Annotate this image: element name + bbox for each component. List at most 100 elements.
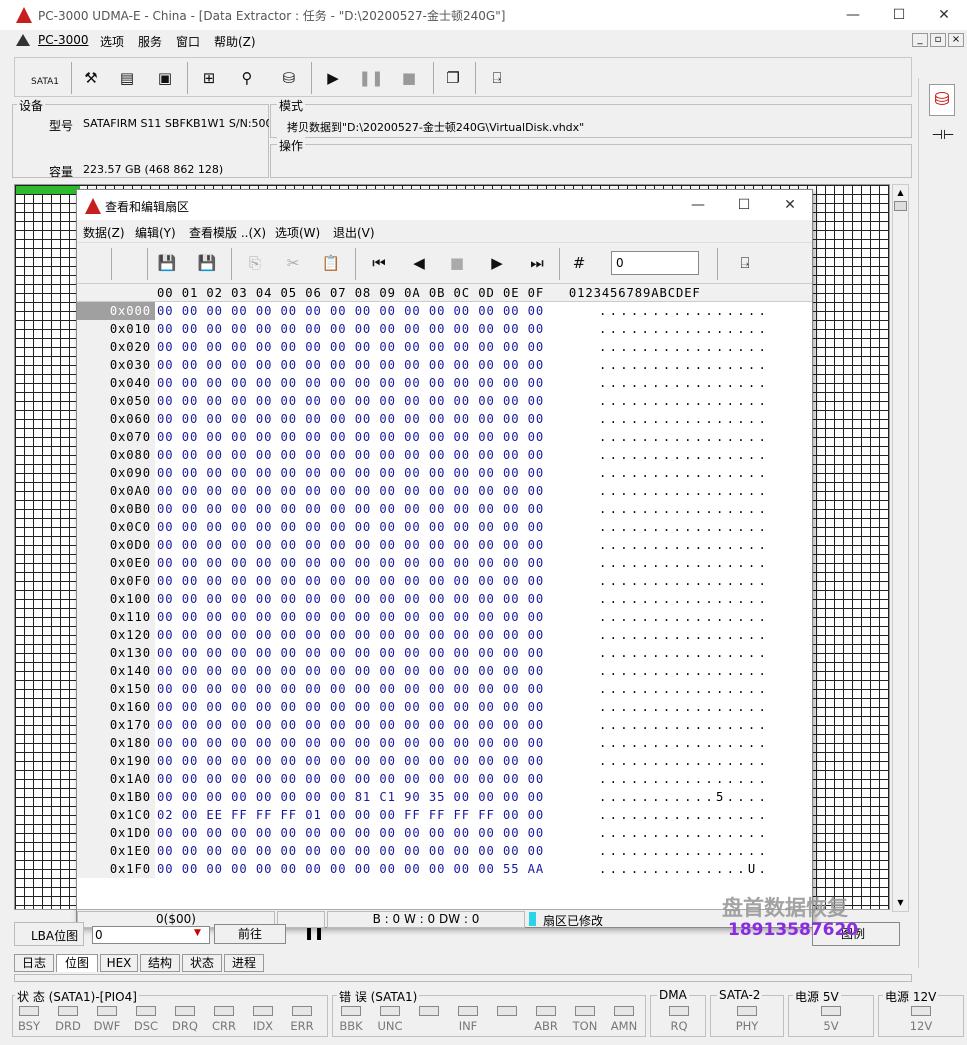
- hex-row[interactable]: 00 00 00 00 00 00 00 00 00 00 00 00 00 0…: [157, 302, 544, 320]
- hex-row[interactable]: 00 00 00 00 00 00 00 00 00 00 00 00 00 0…: [157, 842, 544, 860]
- save-all-icon[interactable]: 💾: [193, 250, 221, 276]
- scroll-icon[interactable]: ▤: [113, 65, 141, 91]
- scroll-down-icon[interactable]: ▼: [894, 896, 907, 910]
- menu-service[interactable]: 服务: [138, 33, 162, 50]
- sector-number-input[interactable]: 0: [611, 251, 699, 275]
- ascii-column[interactable]: ........................................…: [599, 302, 769, 878]
- hex-row[interactable]: 02 00 EE FF FF FF 01 00 00 00 FF FF FF F…: [157, 806, 544, 824]
- hex-row[interactable]: 00 00 00 00 00 00 00 00 00 00 00 00 00 0…: [157, 446, 544, 464]
- connector-icon[interactable]: ⊣⊢: [929, 128, 957, 144]
- menu-window[interactable]: 窗口: [176, 33, 200, 50]
- hex-row[interactable]: 00 00 00 00 00 00 00 00 00 00 00 00 00 0…: [157, 752, 544, 770]
- cut-icon[interactable]: ✂: [279, 250, 307, 276]
- ascii-row[interactable]: ................: [599, 842, 769, 860]
- hex-row[interactable]: 00 00 00 00 00 00 00 00 81 C1 90 35 00 0…: [157, 788, 544, 806]
- ascii-row[interactable]: ................: [599, 644, 769, 662]
- database-icon[interactable]: ⛁: [929, 84, 955, 116]
- binoculars-icon[interactable]: ⚲: [233, 65, 261, 91]
- ascii-row[interactable]: ................: [599, 464, 769, 482]
- pause-icon[interactable]: ❚❚: [304, 926, 324, 940]
- hex-row[interactable]: 00 00 00 00 00 00 00 00 00 00 00 00 00 0…: [157, 698, 544, 716]
- scroll-thumb[interactable]: [894, 201, 907, 211]
- ascii-row[interactable]: ................: [599, 824, 769, 842]
- hex-row[interactable]: 00 00 00 00 00 00 00 00 00 00 00 00 00 0…: [157, 590, 544, 608]
- ascii-row[interactable]: ................: [599, 428, 769, 446]
- ascii-row[interactable]: ................: [599, 338, 769, 356]
- lba-input[interactable]: 0: [92, 926, 210, 944]
- dialog-exit-icon[interactable]: ⍈: [731, 250, 759, 276]
- dialog-menu-template[interactable]: 查看模版 ..(X): [189, 224, 266, 241]
- ascii-row[interactable]: ...........5....: [599, 788, 769, 806]
- ascii-row[interactable]: ..............U.: [599, 860, 769, 878]
- close-button[interactable]: ✕: [921, 0, 967, 30]
- minimize-button[interactable]: —: [830, 0, 876, 30]
- windows-icon[interactable]: ❐: [439, 65, 467, 91]
- ascii-row[interactable]: ................: [599, 698, 769, 716]
- ascii-row[interactable]: ................: [599, 554, 769, 572]
- stop-icon[interactable]: ■: [395, 65, 423, 91]
- hex-row[interactable]: 00 00 00 00 00 00 00 00 00 00 00 00 00 0…: [157, 392, 544, 410]
- hex-row[interactable]: 00 00 00 00 00 00 00 00 00 00 00 00 00 0…: [157, 500, 544, 518]
- hex-row[interactable]: 00 00 00 00 00 00 00 00 00 00 00 00 00 0…: [157, 644, 544, 662]
- tab-log[interactable]: 日志: [14, 954, 54, 972]
- dialog-close-button[interactable]: ✕: [767, 190, 813, 220]
- tree-icon[interactable]: ⊞: [195, 65, 223, 91]
- pause-icon[interactable]: ❚❚: [357, 65, 385, 91]
- copy-icon[interactable]: ⎘: [241, 250, 269, 276]
- paste-icon[interactable]: 📋: [317, 250, 345, 276]
- mdi-close-button[interactable]: ×: [948, 33, 964, 47]
- mdi-restore-button[interactable]: ▫: [930, 33, 946, 47]
- ascii-row[interactable]: ................: [599, 392, 769, 410]
- ascii-row[interactable]: ................: [599, 410, 769, 428]
- hex-row[interactable]: 00 00 00 00 00 00 00 00 00 00 00 00 00 0…: [157, 374, 544, 392]
- lba-forward-button[interactable]: 前往: [214, 924, 286, 944]
- hex-row[interactable]: 00 00 00 00 00 00 00 00 00 00 00 00 00 0…: [157, 680, 544, 698]
- hex-row[interactable]: 00 00 00 00 00 00 00 00 00 00 00 00 00 0…: [157, 518, 544, 536]
- hex-row[interactable]: 00 00 00 00 00 00 00 00 00 00 00 00 00 0…: [157, 626, 544, 644]
- hex-view[interactable]: 00 01 02 03 04 05 06 07 08 09 0A 0B 0C 0…: [77, 284, 812, 910]
- ascii-row[interactable]: ................: [599, 536, 769, 554]
- dialog-menu-exit[interactable]: 退出(V): [333, 224, 375, 241]
- ascii-row[interactable]: ................: [599, 572, 769, 590]
- save-sector-icon[interactable]: 💾: [153, 250, 181, 276]
- tab-status[interactable]: 状态: [182, 954, 222, 972]
- hex-row[interactable]: 00 00 00 00 00 00 00 00 00 00 00 00 00 0…: [157, 410, 544, 428]
- hex-row[interactable]: 00 00 00 00 00 00 00 00 00 00 00 00 00 0…: [157, 554, 544, 572]
- hex-row[interactable]: 00 00 00 00 00 00 00 00 00 00 00 00 00 0…: [157, 536, 544, 554]
- hex-row[interactable]: 00 00 00 00 00 00 00 00 00 00 00 00 00 0…: [157, 428, 544, 446]
- ascii-row[interactable]: ................: [599, 716, 769, 734]
- lba-spin-icon[interactable]: ▼: [194, 928, 201, 938]
- next-sector-icon[interactable]: ▶: [483, 250, 511, 276]
- ascii-row[interactable]: ................: [599, 518, 769, 536]
- first-sector-icon[interactable]: ⏮: [365, 250, 393, 276]
- ascii-row[interactable]: ................: [599, 482, 769, 500]
- hex-row[interactable]: 00 00 00 00 00 00 00 00 00 00 00 00 00 0…: [157, 572, 544, 590]
- goto-sector-icon[interactable]: #: [565, 250, 593, 276]
- ascii-row[interactable]: ................: [599, 752, 769, 770]
- dialog-menu-edit[interactable]: 编辑(Y): [135, 224, 176, 241]
- tab-process[interactable]: 进程: [224, 954, 264, 972]
- hex-row[interactable]: 00 00 00 00 00 00 00 00 00 00 00 00 00 0…: [157, 356, 544, 374]
- hex-row[interactable]: 00 00 00 00 00 00 00 00 00 00 00 00 00 0…: [157, 734, 544, 752]
- hex-bytes[interactable]: 00 00 00 00 00 00 00 00 00 00 00 00 00 0…: [157, 302, 544, 878]
- ascii-row[interactable]: ................: [599, 320, 769, 338]
- dialog-maximize-button[interactable]: ☐: [721, 190, 767, 220]
- percent-icon[interactable]: ▣: [151, 65, 179, 91]
- ascii-row[interactable]: ................: [599, 356, 769, 374]
- scroll-up-icon[interactable]: ▲: [894, 186, 907, 200]
- stop-icon[interactable]: ■: [443, 250, 471, 276]
- hex-row[interactable]: 00 00 00 00 00 00 00 00 00 00 00 00 00 0…: [157, 662, 544, 680]
- ascii-row[interactable]: ................: [599, 608, 769, 626]
- last-sector-icon[interactable]: ⏭: [523, 250, 551, 276]
- ascii-row[interactable]: ................: [599, 302, 769, 320]
- tab-hex[interactable]: HEX: [100, 954, 138, 972]
- maximize-button[interactable]: ☐: [876, 0, 922, 30]
- play-icon[interactable]: ▶: [319, 65, 347, 91]
- dialog-menu-options[interactable]: 选项(W): [275, 224, 320, 241]
- hex-row[interactable]: 00 00 00 00 00 00 00 00 00 00 00 00 00 0…: [157, 770, 544, 788]
- menu-pc3000[interactable]: PC-3000: [38, 33, 88, 47]
- hex-row[interactable]: 00 00 00 00 00 00 00 00 00 00 00 00 00 0…: [157, 320, 544, 338]
- horizontal-scrollbar[interactable]: [14, 974, 912, 982]
- ascii-row[interactable]: ................: [599, 770, 769, 788]
- exit-icon[interactable]: ⍈: [483, 65, 511, 91]
